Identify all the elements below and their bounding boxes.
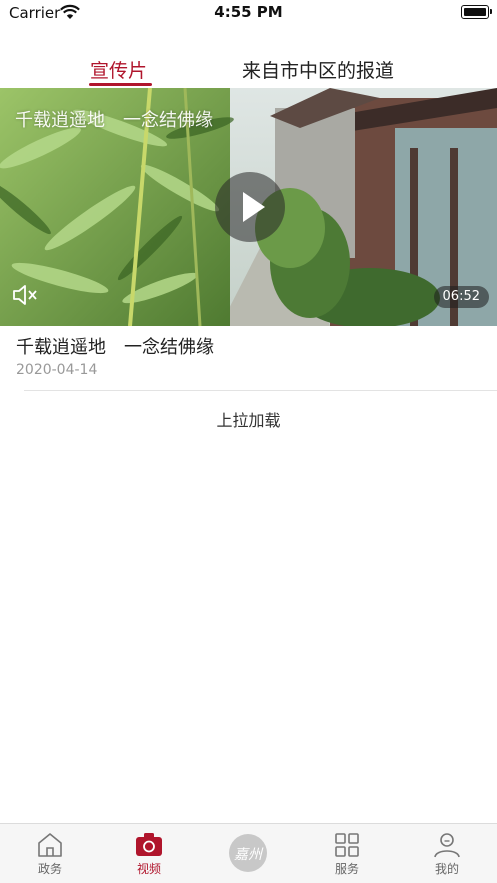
nav-mine[interactable]: 我的 [417, 832, 477, 877]
segment-tabs: 宣传片 来自市中区的报道 [0, 50, 497, 88]
video-player[interactable]: 千载逍遥地 一念结佛缘 06:52 [0, 88, 497, 326]
person-icon [434, 833, 460, 858]
play-icon [243, 192, 265, 222]
tab-district-reports[interactable]: 来自市中区的报道 [242, 56, 394, 83]
logo-text: 嘉州 [234, 847, 262, 863]
mute-icon[interactable] [12, 284, 38, 306]
nav-video[interactable]: 视频 [119, 832, 179, 877]
status-bar: Carrier 4:55 PM [0, 0, 497, 28]
logo-icon: 嘉州 [229, 834, 267, 872]
tab-promo-video[interactable]: 宣传片 [90, 56, 147, 83]
home-icon [38, 833, 62, 857]
nav-video-label: 视频 [136, 862, 161, 876]
bottom-tab-bar: 政务 视频 嘉州 服务 我的 [0, 823, 497, 883]
nav-gov-affairs-label: 政务 [37, 862, 62, 876]
nav-mine-label: 我的 [434, 862, 459, 876]
grid-icon [335, 833, 359, 857]
nav-center-logo[interactable]: 嘉州 [218, 834, 278, 872]
clock: 4:55 PM [214, 3, 283, 21]
video-duration: 06:52 [433, 286, 489, 308]
pull-up-load-more: 上拉加载 [216, 411, 281, 430]
video-title[interactable]: 千载逍遥地 一念结佛缘 [16, 333, 214, 359]
camera-icon [136, 833, 162, 856]
nav-gov-affairs[interactable]: 政务 [20, 832, 80, 877]
video-date: 2020-04-14 [16, 362, 98, 378]
active-tab-indicator [89, 83, 152, 86]
nav-service[interactable]: 服务 [317, 832, 377, 877]
video-overlay-title: 千载逍遥地 一念结佛缘 [15, 110, 213, 131]
divider [24, 390, 497, 391]
nav-service-label: 服务 [334, 862, 359, 876]
play-button[interactable] [215, 172, 285, 242]
battery-icon [461, 5, 492, 19]
